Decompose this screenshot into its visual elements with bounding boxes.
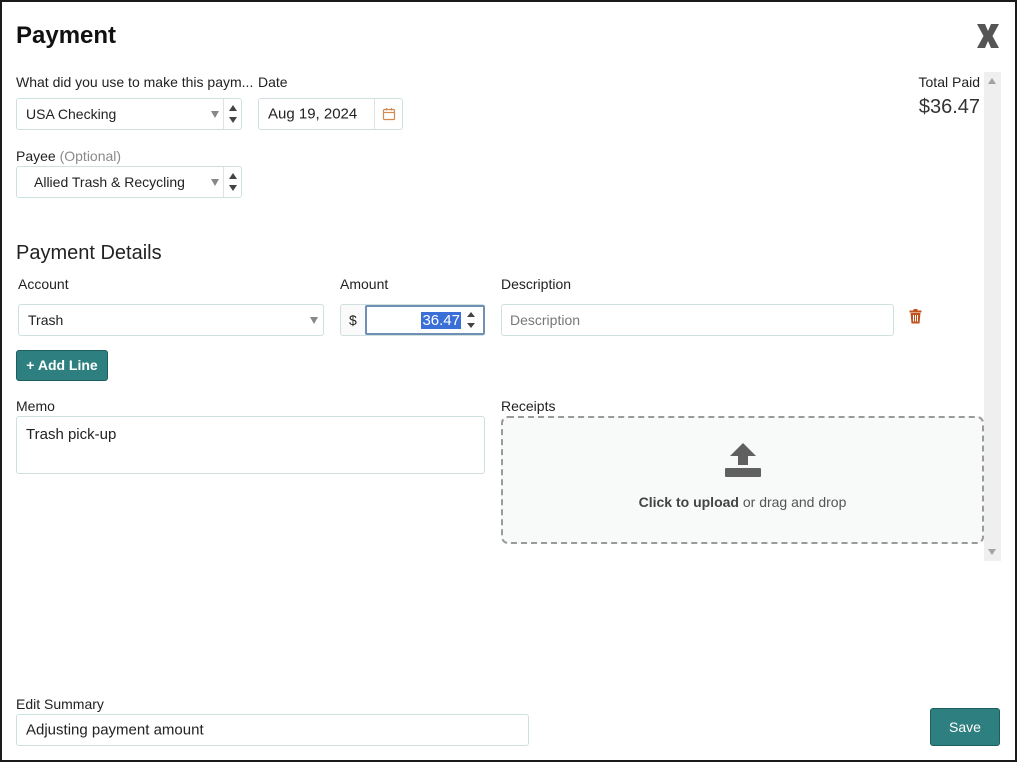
date-divider — [374, 99, 375, 129]
payment-dialog: Payment What did you use to make this pa… — [0, 0, 1017, 762]
total-paid-label: Total Paid — [918, 74, 980, 90]
click-to-upload-link[interactable]: Click to upload — [639, 494, 739, 510]
date-input[interactable]: Aug 19, 2024 — [258, 98, 403, 130]
payment-method-value: USA Checking — [26, 106, 117, 122]
account-value: Trash — [28, 312, 64, 328]
add-line-button[interactable]: + Add Line — [16, 350, 108, 381]
payment-method-label: What did you use to make this paym... — [16, 74, 254, 90]
description-column-header: Description — [501, 276, 572, 292]
save-button[interactable]: Save — [930, 708, 1000, 746]
account-select[interactable]: Trash — [18, 304, 324, 336]
upload-icon — [725, 443, 761, 482]
chevron-down-icon — [310, 317, 318, 324]
chevron-down-icon — [211, 111, 219, 118]
memo-label: Memo — [16, 398, 55, 414]
increment-icon[interactable] — [467, 312, 475, 317]
currency-symbol: $ — [349, 312, 357, 328]
chevron-down-icon — [211, 179, 219, 186]
payee-label-text: Payee — [16, 148, 56, 164]
scroll-down-icon[interactable] — [988, 549, 996, 555]
date-label: Date — [258, 74, 288, 90]
description-input[interactable]: Description — [501, 304, 894, 336]
memo-value: Trash pick-up — [26, 426, 117, 443]
content-scrollbar[interactable] — [984, 72, 1001, 561]
drag-drop-text: or drag and drop — [738, 494, 847, 510]
payee-label: Payee (Optional) — [16, 148, 121, 164]
decrement-icon[interactable] — [467, 323, 475, 328]
trash-icon[interactable] — [909, 309, 922, 329]
receipts-dropzone[interactable]: Click to upload or drag and drop — [501, 416, 984, 544]
dialog-title: Payment — [16, 22, 117, 49]
payment-details-heading: Payment Details — [16, 242, 162, 264]
amount-input-group: $ 36.47 — [340, 304, 485, 336]
spinner-icon[interactable] — [223, 167, 241, 197]
payee-value: Allied Trash & Recycling — [34, 174, 185, 190]
scroll-up-icon[interactable] — [988, 78, 996, 84]
upload-text: Click to upload or drag and drop — [503, 494, 982, 510]
edit-summary-input[interactable]: Adjusting payment amount — [16, 714, 529, 746]
account-column-header: Account — [18, 276, 69, 292]
memo-textarea[interactable]: Trash pick-up — [16, 416, 485, 474]
payee-select[interactable]: Allied Trash & Recycling — [16, 166, 242, 198]
amount-input[interactable]: 36.47 — [365, 305, 485, 335]
description-placeholder: Description — [510, 312, 581, 328]
close-icon[interactable] — [974, 20, 1002, 52]
receipts-label: Receipts — [501, 398, 556, 414]
amount-value: 36.47 — [421, 312, 461, 329]
date-value: Aug 19, 2024 — [268, 105, 358, 123]
amount-column-header: Amount — [340, 276, 389, 292]
calendar-icon[interactable] — [382, 107, 396, 125]
spinner-icon[interactable] — [223, 99, 241, 129]
edit-summary-label: Edit Summary — [16, 696, 104, 712]
payee-optional: (Optional) — [59, 148, 122, 164]
edit-summary-value: Adjusting payment amount — [26, 721, 204, 739]
payment-method-select[interactable]: USA Checking — [16, 98, 242, 130]
total-paid-value: $36.47 — [918, 96, 980, 118]
